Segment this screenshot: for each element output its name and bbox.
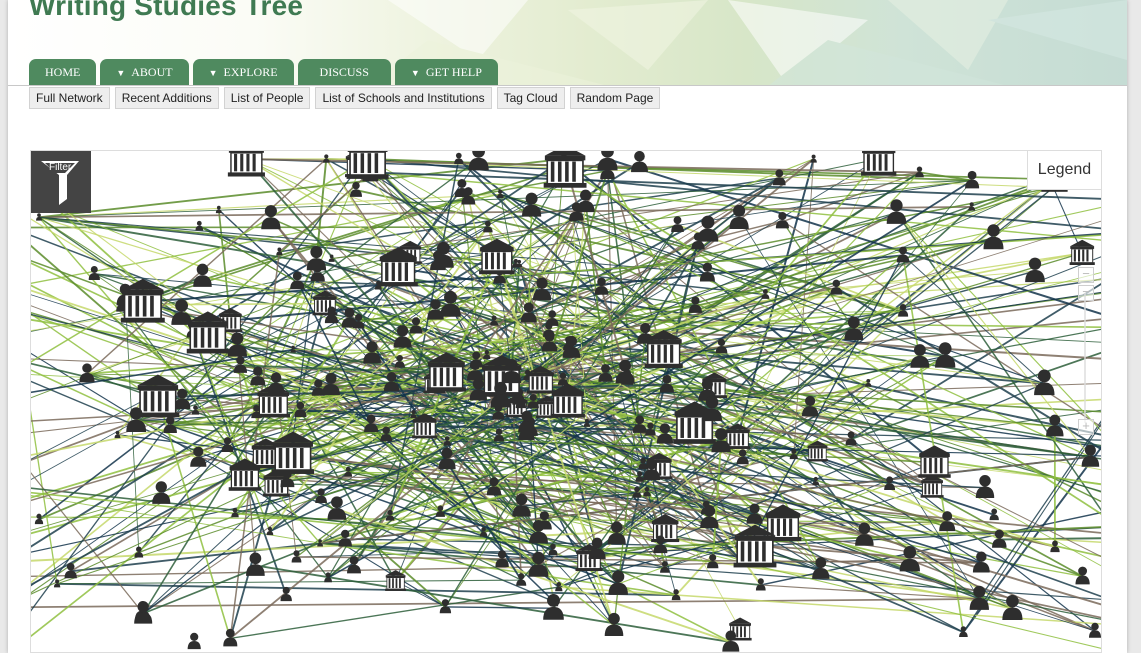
institution-building-icon[interactable] bbox=[345, 151, 390, 180]
institution-building-icon[interactable] bbox=[542, 151, 588, 189]
graph-edge bbox=[850, 283, 1101, 440]
nav-get-help-label: GET HELP bbox=[425, 65, 482, 79]
zoom-in-icon[interactable]: + bbox=[1078, 419, 1094, 435]
nav-home[interactable]: HOME bbox=[29, 59, 97, 85]
site-title[interactable]: Writing Studies Tree bbox=[29, 0, 303, 22]
nav-about-label: ABOUT bbox=[131, 65, 173, 79]
network-graph-canvas[interactable] bbox=[31, 151, 1102, 653]
nav-home-label: HOME bbox=[45, 65, 81, 79]
nav-about[interactable]: ▼ ABOUT bbox=[100, 59, 189, 85]
person-icon[interactable] bbox=[810, 154, 817, 163]
nav-divider bbox=[8, 85, 1127, 86]
person-icon[interactable] bbox=[195, 220, 204, 231]
filter-funnel-icon bbox=[41, 161, 79, 205]
zoom-control: − − + bbox=[1075, 257, 1097, 437]
filter-button[interactable]: Filter bbox=[31, 151, 91, 213]
sub-link-full-network[interactable]: Full Network bbox=[29, 87, 110, 109]
person-icon[interactable] bbox=[187, 632, 201, 650]
caret-down-icon: ▼ bbox=[208, 68, 218, 78]
person-icon[interactable] bbox=[983, 224, 1004, 250]
person-icon[interactable] bbox=[608, 570, 628, 595]
zoom-out-icon[interactable]: − bbox=[1078, 285, 1094, 301]
sub-link-recent-additions[interactable]: Recent Additions bbox=[114, 87, 219, 109]
network-graph[interactable]: Filter Legend − − + bbox=[30, 150, 1102, 653]
zoom-out-icon[interactable]: − bbox=[1078, 267, 1094, 283]
person-icon[interactable] bbox=[468, 151, 489, 171]
filter-label: Filter bbox=[49, 162, 72, 173]
nav-explore[interactable]: ▼ EXPLORE bbox=[192, 59, 294, 85]
sub-link-random-page[interactable]: Random Page bbox=[569, 87, 661, 109]
person-icon[interactable] bbox=[88, 266, 100, 280]
main-navigation: HOME ▼ ABOUT ▼ EXPLORE DISCUSS ▼ GET HELP bbox=[29, 59, 498, 85]
page: Writing Studies Tree HOME ▼ ABOUT ▼ EXPLOR… bbox=[8, 0, 1127, 653]
institution-building-icon[interactable] bbox=[917, 444, 952, 479]
graph-edge bbox=[57, 579, 522, 585]
institution-building-icon[interactable] bbox=[920, 474, 945, 499]
institution-building-icon[interactable] bbox=[227, 151, 266, 178]
site-header: Writing Studies Tree HOME ▼ ABOUT ▼ EXPLOR… bbox=[8, 0, 1127, 86]
sub-link-list-of-schools[interactable]: List of Schools and Institutions bbox=[315, 87, 492, 109]
person-icon[interactable] bbox=[671, 216, 684, 233]
person-icon[interactable] bbox=[597, 151, 618, 171]
caret-down-icon: ▼ bbox=[116, 68, 126, 78]
institution-building-icon[interactable] bbox=[860, 151, 898, 177]
nav-discuss[interactable]: DISCUSS bbox=[297, 59, 391, 85]
sub-link-tag-cloud[interactable]: Tag Cloud bbox=[496, 87, 565, 109]
graph-edge bbox=[445, 606, 554, 609]
nav-discuss-label: DISCUSS bbox=[319, 65, 369, 79]
institution-building-icon[interactable] bbox=[270, 430, 315, 475]
person-icon[interactable] bbox=[975, 475, 995, 499]
nav-explore-label: EXPLORE bbox=[223, 65, 278, 79]
caret-down-icon: ▼ bbox=[410, 68, 420, 78]
sub-navigation: Full Network Recent Additions List of Pe… bbox=[29, 87, 661, 109]
sub-link-list-of-people[interactable]: List of People bbox=[223, 87, 311, 109]
person-icon[interactable] bbox=[152, 481, 171, 504]
zoom-slider[interactable] bbox=[1084, 293, 1086, 423]
person-icon[interactable] bbox=[246, 552, 265, 576]
person-icon[interactable] bbox=[1089, 622, 1101, 638]
person-icon[interactable] bbox=[215, 205, 222, 214]
person-icon[interactable] bbox=[631, 151, 648, 173]
graph-edge bbox=[230, 586, 559, 640]
person-icon[interactable] bbox=[454, 152, 464, 165]
legend-button[interactable]: Legend bbox=[1027, 151, 1101, 190]
nav-get-help[interactable]: ▼ GET HELP bbox=[394, 59, 498, 85]
